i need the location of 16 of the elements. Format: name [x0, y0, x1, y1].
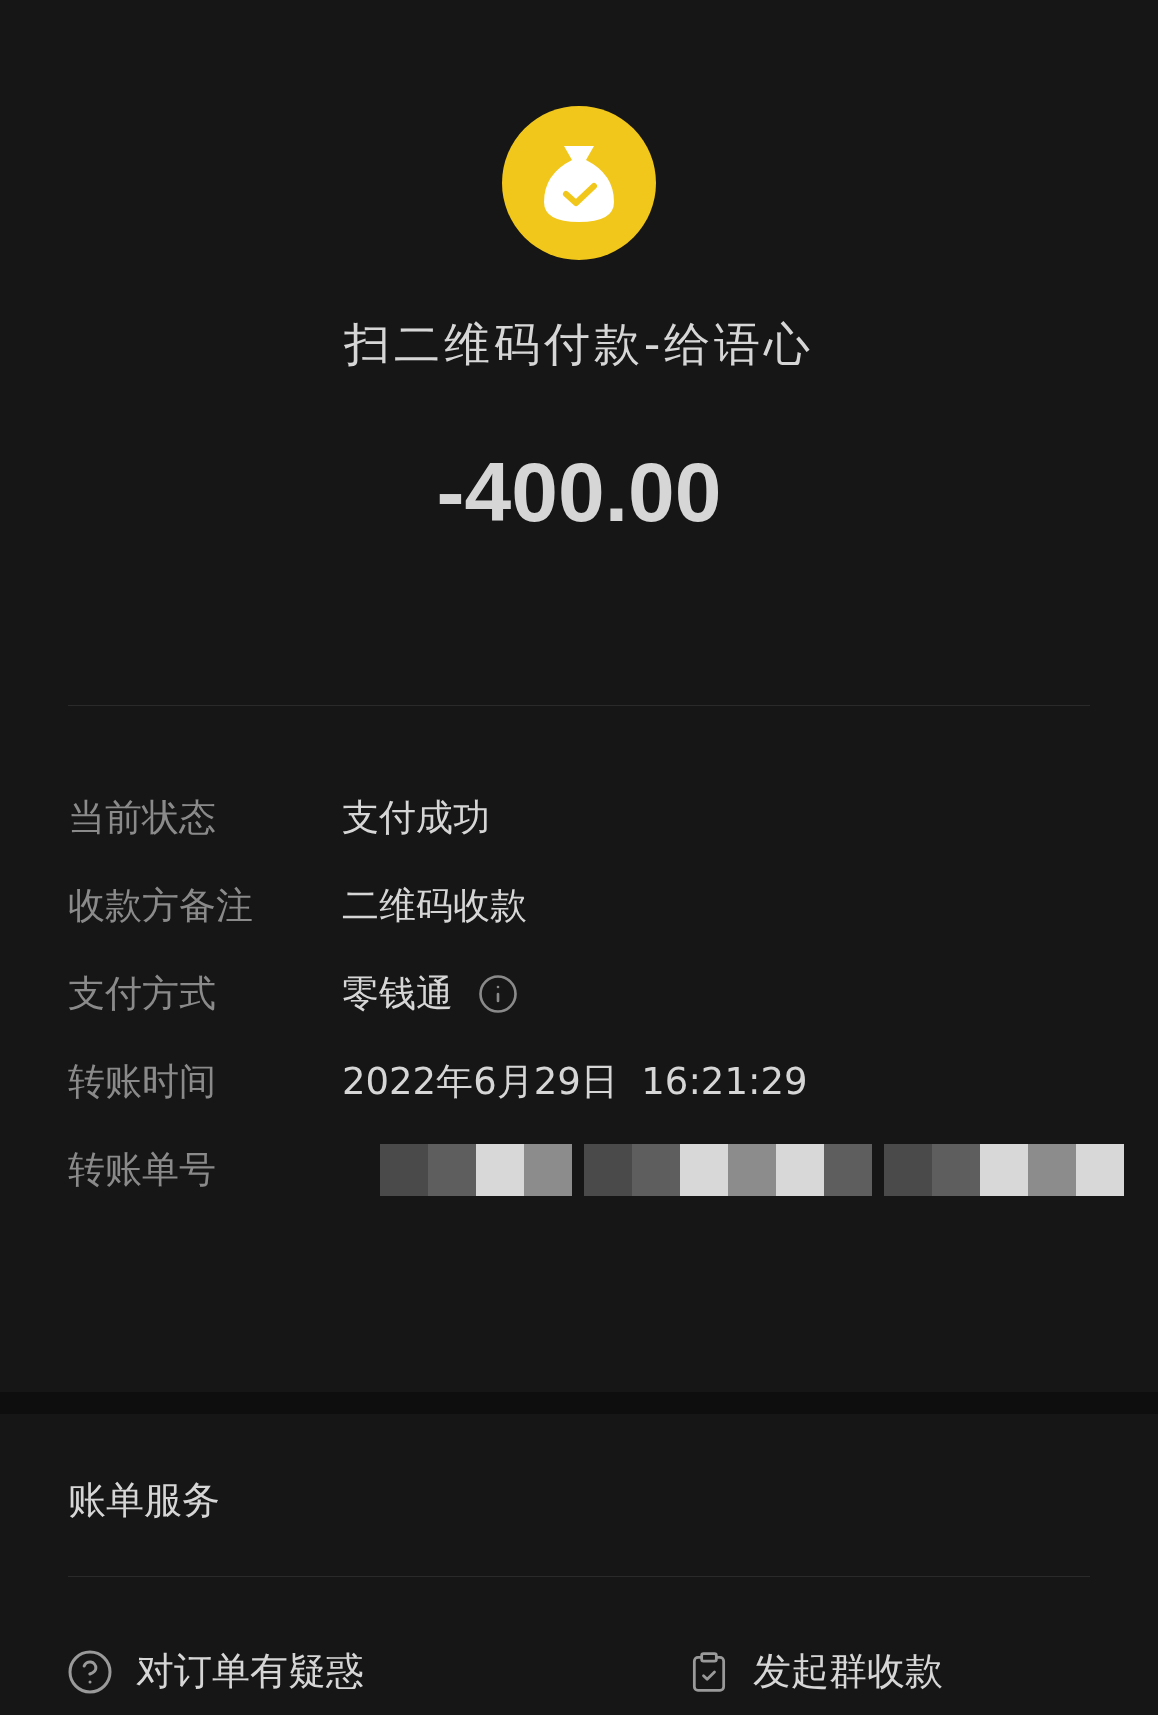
- detail-label: 转账时间: [68, 1059, 217, 1106]
- detail-label: 当前状态: [68, 795, 217, 842]
- amount: -400.00: [436, 447, 722, 537]
- payment-title: 扫二维码付款-给语心: [343, 316, 815, 372]
- service-action[interactable]: 发起群收款: [612, 1628, 1158, 1715]
- detail-value: 2022年6月29日 16:21:29: [342, 1059, 808, 1106]
- service-action[interactable]: 对订单有疑惑: [66, 1628, 612, 1715]
- section-title: 账单服务: [68, 1476, 220, 1524]
- detail-label: 收款方备注: [68, 883, 254, 930]
- money-bag-icon: [502, 106, 656, 260]
- detail-label: 支付方式: [68, 971, 217, 1018]
- detail-value: 零钱通: [342, 971, 453, 1018]
- info-icon[interactable]: [477, 973, 519, 1015]
- detail-label: 转账单号: [68, 1147, 217, 1194]
- detail-value: 支付成功: [342, 795, 490, 842]
- detail-value: 二维码收款: [342, 883, 527, 930]
